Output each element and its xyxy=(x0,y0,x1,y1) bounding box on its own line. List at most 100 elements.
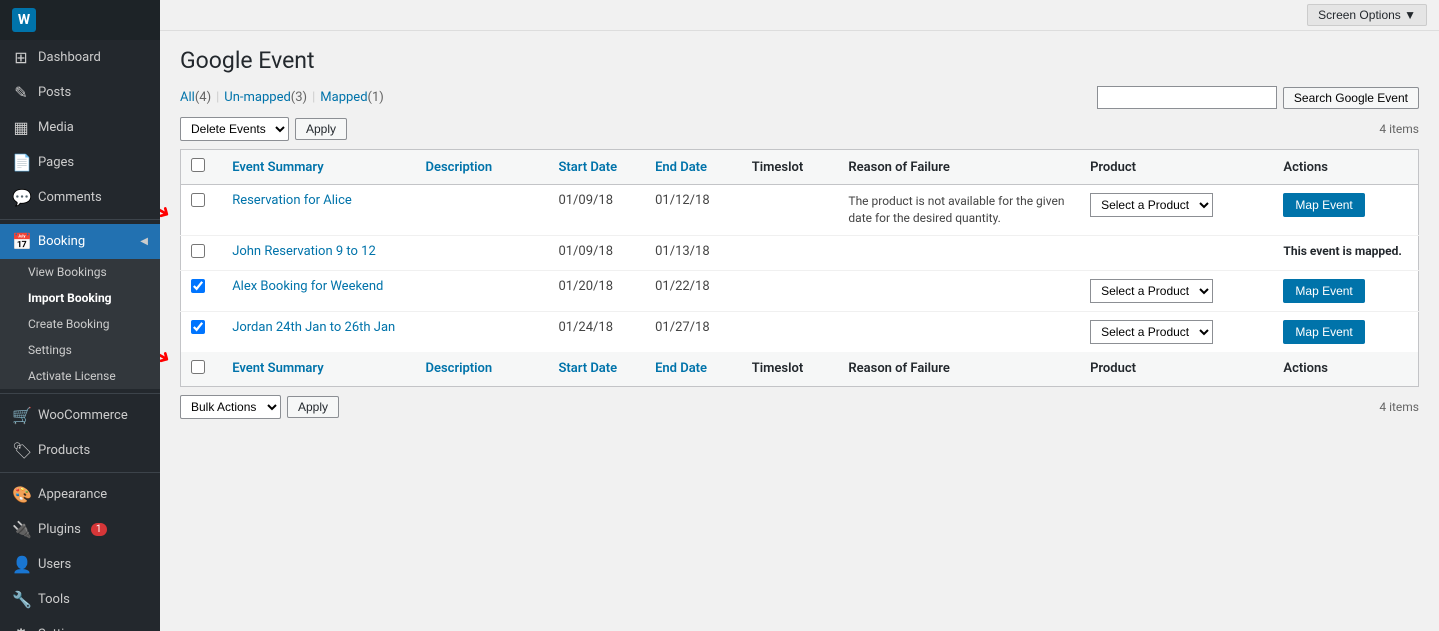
col-header-event-summary: Event Summary xyxy=(222,150,415,185)
row-1-failure: The product is not available for the giv… xyxy=(838,185,1080,236)
filter-links: All (4) | Un-mapped (3) | Mapped (1) xyxy=(180,90,384,105)
bottom-bar-left: Bulk Actions Apply xyxy=(180,395,339,419)
col-footer-sort-start-date[interactable]: Start Date xyxy=(558,361,617,376)
main-content: Screen Options ▼ Google Event All (4) | … xyxy=(160,0,1439,631)
sidebar: W ⊞ Dashboard ✎ Posts ▦ Media 📄 Pages 💬 … xyxy=(0,0,160,631)
row-3-product-select[interactable]: Select a Product xyxy=(1090,279,1213,303)
sidebar-item-label: Comments xyxy=(38,190,102,205)
sidebar-item-settings[interactable]: ⚙ Settings xyxy=(0,617,160,631)
col-header-reason-of-failure: Reason of Failure xyxy=(838,150,1080,185)
row-3-start-date: 01/20/18 xyxy=(548,270,645,311)
sidebar-item-plugins[interactable]: 🔌 Plugins 1 xyxy=(0,512,160,547)
bottom-bar: Bulk Actions Apply 4 items xyxy=(180,395,1419,419)
items-count-bottom: 4 items xyxy=(1379,400,1419,414)
table-row: Jordan 24th Jan to 26th Jan01/24/1801/27… xyxy=(181,311,1419,352)
filter-unmapped-count: (3) xyxy=(291,90,307,105)
sidebar-item-appearance[interactable]: 🎨 Appearance xyxy=(0,477,160,512)
col-footer-actions: Actions xyxy=(1273,352,1418,387)
sidebar-item-comments[interactable]: 💬 Comments xyxy=(0,180,160,215)
row-1-summary[interactable]: Reservation for Alice xyxy=(232,193,352,208)
sidebar-item-woocommerce[interactable]: 🛒 WooCommerce xyxy=(0,398,160,433)
search-input[interactable] xyxy=(1097,86,1277,109)
filter-unmapped[interactable]: Un-mapped xyxy=(224,90,291,105)
row-2-description xyxy=(416,235,549,270)
apply-button-bottom[interactable]: Apply xyxy=(287,396,339,418)
col-sort-start-date[interactable]: Start Date xyxy=(558,160,617,175)
booking-icon: 📅 xyxy=(12,232,30,251)
sidebar-item-posts[interactable]: ✎ Posts xyxy=(0,75,160,110)
col-footer-sort-event-summary[interactable]: Event Summary xyxy=(232,361,323,376)
sidebar-item-pages[interactable]: 📄 Pages xyxy=(0,145,160,180)
row-1-product: Select a Product xyxy=(1080,185,1273,236)
sidebar-item-dashboard[interactable]: ⊞ Dashboard xyxy=(0,40,160,75)
sidebar-submenu-settings[interactable]: Settings xyxy=(0,337,160,363)
sidebar-submenu-import-booking[interactable]: Import Booking xyxy=(0,285,160,311)
row-2-timeslot xyxy=(742,235,839,270)
sidebar-item-users[interactable]: 👤 Users xyxy=(0,547,160,582)
booking-submenu: View Bookings Import Booking Create Book… xyxy=(0,259,160,389)
row-4-summary[interactable]: Jordan 24th Jan to 26th Jan xyxy=(232,320,395,335)
row-3-map-event-button[interactable]: Map Event xyxy=(1283,279,1364,303)
row-4-map-event-button[interactable]: Map Event xyxy=(1283,320,1364,344)
col-header-timeslot: Timeslot xyxy=(742,150,839,185)
top-actions-right: 4 items xyxy=(1379,122,1419,136)
bulk-actions-select-top[interactable]: Delete Events xyxy=(180,117,289,141)
sidebar-item-label: Products xyxy=(38,443,90,458)
row-1-end-date: 01/12/18 xyxy=(645,185,742,236)
col-sort-description[interactable]: Description xyxy=(426,160,493,175)
row-4-product-select[interactable]: Select a Product xyxy=(1090,320,1213,344)
row-3-product: Select a Product xyxy=(1080,270,1273,311)
col-header-check xyxy=(181,150,223,185)
col-header-end-date: End Date xyxy=(645,150,742,185)
row-3-summary[interactable]: Alex Booking for Weekend xyxy=(232,279,383,294)
sidebar-item-tools[interactable]: 🔧 Tools xyxy=(0,582,160,617)
row-3-checkbox[interactable] xyxy=(191,279,205,293)
row-3-description xyxy=(416,270,549,311)
row-2-checkbox[interactable] xyxy=(191,244,205,258)
screen-options-button[interactable]: Screen Options ▼ xyxy=(1307,4,1427,26)
sidebar-item-booking[interactable]: 📅 Booking ◀ xyxy=(0,224,160,259)
row-4-checkbox[interactable] xyxy=(191,320,205,334)
col-footer-sort-description[interactable]: Description xyxy=(426,361,493,376)
select-all-checkbox-footer[interactable] xyxy=(191,360,205,374)
filter-all[interactable]: All xyxy=(180,90,195,105)
row-4-end-date: 01/27/18 xyxy=(645,311,742,352)
woocommerce-icon: 🛒 xyxy=(12,406,30,425)
table-row: John Reservation 9 to 1201/09/1801/13/18… xyxy=(181,235,1419,270)
row-1-map-event-button[interactable]: Map Event xyxy=(1283,193,1364,217)
col-sort-event-summary[interactable]: Event Summary xyxy=(232,160,323,175)
sidebar-item-label: Booking xyxy=(38,234,85,249)
row-1-product-select[interactable]: Select a Product xyxy=(1090,193,1213,217)
red-arrow-1: ➜ xyxy=(160,196,175,227)
search-google-event-button[interactable]: Search Google Event xyxy=(1283,87,1419,109)
wp-logo[interactable]: W xyxy=(0,0,160,40)
apply-button-top[interactable]: Apply xyxy=(295,118,347,140)
bulk-actions-select-bottom[interactable]: Bulk Actions xyxy=(180,395,281,419)
sidebar-item-products[interactable]: 🏷 Products xyxy=(0,433,160,468)
row-4-timeslot xyxy=(742,311,839,352)
users-icon: 👤 xyxy=(12,555,30,574)
col-header-start-date: Start Date xyxy=(548,150,645,185)
col-footer-sort-end-date[interactable]: End Date xyxy=(655,361,707,376)
sidebar-item-label: Plugins xyxy=(38,522,81,537)
wp-logo-icon: W xyxy=(12,8,36,32)
sidebar-submenu-view-bookings[interactable]: View Bookings xyxy=(0,259,160,285)
row-1-checkbox[interactable] xyxy=(191,193,205,207)
sidebar-submenu-create-booking[interactable]: Create Booking xyxy=(0,311,160,337)
sidebar-item-media[interactable]: ▦ Media xyxy=(0,110,160,145)
filter-mapped[interactable]: Mapped xyxy=(320,90,367,105)
row-4-description xyxy=(416,311,549,352)
col-sort-end-date[interactable]: End Date xyxy=(655,160,707,175)
sidebar-submenu-activate-license[interactable]: Activate License xyxy=(0,363,160,389)
row-2-start-date: 01/09/18 xyxy=(548,235,645,270)
row-4-actions: Map Event xyxy=(1273,311,1418,352)
row-2-summary[interactable]: John Reservation 9 to 12 xyxy=(232,244,376,259)
page-title: Google Event xyxy=(180,47,1419,74)
sidebar-item-label: Dashboard xyxy=(38,50,101,65)
filter-mapped-count: (1) xyxy=(368,90,384,105)
topbar: Screen Options ▼ xyxy=(160,0,1439,31)
events-table-wrapper: ➜ ➜ Event Summary Description xyxy=(180,149,1419,387)
select-all-checkbox[interactable] xyxy=(191,158,205,172)
col-footer-event-summary: Event Summary xyxy=(222,352,415,387)
sidebar-item-label: Users xyxy=(38,557,71,572)
